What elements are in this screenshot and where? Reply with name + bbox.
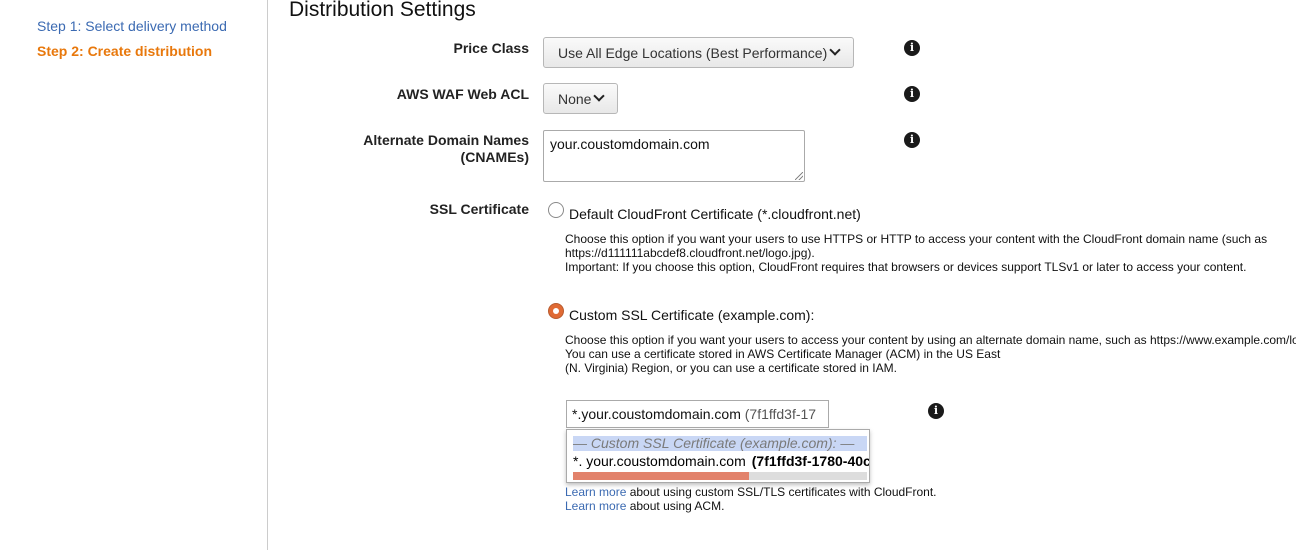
info-icon[interactable]: i bbox=[928, 403, 944, 419]
dropdown-group-header: — Custom SSL Certificate (example.com): … bbox=[573, 436, 867, 451]
desc-line: (N. Virginia) Region, or you can use a c… bbox=[565, 361, 897, 375]
certificate-input-id: (7f1ffd3f-17 bbox=[744, 406, 817, 422]
price-class-select[interactable]: Use All Edge Locations (Best Performance… bbox=[543, 37, 854, 68]
custom-certificate-label[interactable]: Custom SSL Certificate (example.com): bbox=[569, 307, 814, 323]
cnames-label-line2: (CNAMEs) bbox=[460, 149, 529, 165]
wizard-sidebar: Step 1: Select delivery method Step 2: C… bbox=[0, 0, 268, 550]
option-domain: *. your.coustomdomain.com bbox=[573, 453, 746, 469]
step-1-link[interactable]: Step 1: Select delivery method bbox=[37, 17, 227, 35]
learn-more-acm: Learn more about using ACM. bbox=[565, 499, 724, 513]
dropdown-horizontal-scrollbar[interactable] bbox=[573, 472, 867, 480]
price-class-label: Price Class bbox=[453, 40, 530, 56]
step-2-current: Step 2: Create distribution bbox=[37, 43, 213, 59]
custom-certificate-description: Choose this option if you want your user… bbox=[565, 333, 1296, 375]
cnames-textarea[interactable]: your.coustomdomain.com bbox=[543, 130, 805, 182]
waf-value: None bbox=[558, 90, 592, 107]
cnames-label-line1: Alternate Domain Names bbox=[363, 132, 529, 148]
custom-certificate-radio[interactable] bbox=[548, 303, 564, 319]
info-icon[interactable]: i bbox=[904, 132, 920, 148]
certificate-input[interactable]: *.your.coustomdomain.com (7f1ffd3f-17 bbox=[566, 400, 829, 428]
learn-more-acm-link[interactable]: Learn more bbox=[565, 499, 626, 513]
desc-line: Choose this option if you want your user… bbox=[565, 232, 1268, 246]
resize-grip-icon[interactable] bbox=[795, 172, 803, 180]
certificate-input-domain: *.your.coustomdomain.com bbox=[572, 406, 741, 422]
waf-label: AWS WAF Web ACL bbox=[396, 86, 529, 102]
certificate-dropdown[interactable]: — Custom SSL Certificate (example.com): … bbox=[566, 429, 870, 483]
learn-more-ssl-text: about using custom SSL/TLS certificates … bbox=[626, 485, 937, 499]
info-icon[interactable]: i bbox=[904, 86, 920, 102]
waf-select[interactable]: None bbox=[543, 83, 618, 114]
desc-line: https://d111111abcdef8.cloudfront.net/lo… bbox=[565, 246, 815, 260]
default-certificate-radio[interactable] bbox=[548, 202, 564, 218]
dropdown-option-certificate[interactable]: *. your.coustomdomain.com (7f1ffd3f-1780-… bbox=[573, 453, 870, 469]
desc-line: You can use a certificate stored in AWS … bbox=[565, 347, 1001, 361]
cnames-label: Alternate Domain Names (CNAMEs) bbox=[363, 132, 529, 166]
default-certificate-label[interactable]: Default CloudFront Certificate (*.cloudf… bbox=[569, 206, 861, 222]
learn-more-acm-text: about using ACM. bbox=[626, 499, 725, 513]
desc-line: Choose this option if you want your user… bbox=[565, 333, 1296, 347]
price-class-value: Use All Edge Locations (Best Performance… bbox=[558, 44, 828, 61]
ssl-certificate-label: SSL Certificate bbox=[429, 201, 529, 217]
learn-more-ssl-link[interactable]: Learn more bbox=[565, 485, 626, 499]
learn-more-ssl: Learn more about using custom SSL/TLS ce… bbox=[565, 485, 937, 499]
info-icon[interactable]: i bbox=[904, 40, 920, 56]
chevron-down-icon bbox=[593, 89, 606, 102]
chevron-down-icon bbox=[829, 43, 841, 56]
cnames-value: your.coustomdomain.com bbox=[550, 136, 710, 152]
default-certificate-description: Choose this option if you want your user… bbox=[565, 232, 1267, 274]
option-id: (7f1ffd3f-1780-40c bbox=[751, 453, 870, 469]
scrollbar-thumb[interactable] bbox=[573, 472, 750, 480]
desc-line: Important: If you choose this option, Cl… bbox=[565, 260, 1247, 274]
page-title: Distribution Settings bbox=[289, 0, 476, 21]
